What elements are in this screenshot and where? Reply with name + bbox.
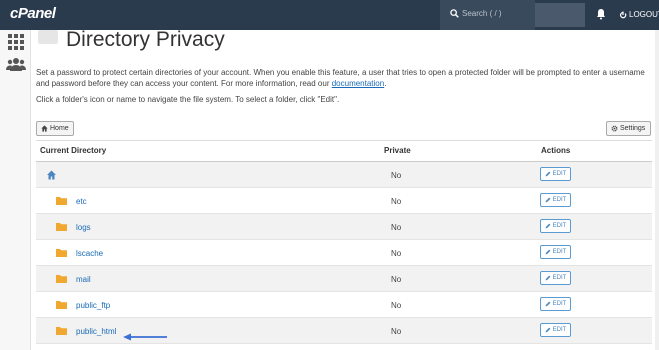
side-nav (0, 30, 31, 350)
column-private: Private (384, 146, 411, 155)
table-row: lscache No EDIT (36, 240, 652, 266)
directory-link[interactable]: public_html (76, 327, 116, 336)
table-row: No EDIT (36, 162, 652, 188)
directory-link[interactable]: etc (76, 197, 87, 206)
edit-label: EDIT (552, 223, 567, 229)
edit-button[interactable]: EDIT (540, 271, 571, 285)
home-icon (41, 125, 48, 132)
directory-link[interactable]: public_ftp (76, 301, 110, 310)
page-description: Set a password to protect certain direct… (36, 67, 656, 89)
directory-table: Current Directory Private Actions No EDI… (36, 140, 652, 344)
folder-icon[interactable] (56, 222, 67, 231)
edit-button[interactable]: EDIT (540, 219, 571, 233)
edit-button[interactable]: EDIT (540, 167, 571, 181)
settings-button[interactable]: Settings (606, 121, 651, 136)
gear-icon (611, 125, 618, 132)
folder-icon[interactable] (56, 196, 67, 205)
private-status: No (391, 197, 402, 206)
logout-button[interactable]: LOGOUT (619, 10, 659, 19)
search-box[interactable]: Search ( / ) (440, 0, 535, 30)
directory-link[interactable]: mail (76, 275, 91, 284)
directory-link[interactable]: logs (76, 223, 91, 232)
pencil-icon (545, 223, 551, 229)
edit-button[interactable]: EDIT (540, 297, 571, 311)
description-suffix: . (384, 79, 387, 88)
pencil-icon (545, 171, 551, 177)
edit-button[interactable]: EDIT (540, 323, 571, 337)
page-icon (38, 30, 58, 44)
pencil-icon (545, 275, 551, 281)
pencil-icon (545, 301, 551, 307)
folder-icon[interactable] (56, 326, 67, 335)
edit-label: EDIT (552, 249, 567, 255)
column-current-directory: Current Directory (40, 146, 107, 155)
logout-icon (619, 11, 627, 18)
private-status: No (391, 223, 402, 232)
edit-label: EDIT (552, 171, 567, 177)
table-row: public_ftp No EDIT (36, 292, 652, 318)
directory-link[interactable]: lscache (76, 249, 103, 258)
page-title: Directory Privacy (66, 28, 225, 51)
cpanel-logo[interactable]: cPanel (10, 5, 56, 22)
home-icon[interactable] (46, 170, 57, 180)
table-row: mail No EDIT (36, 266, 652, 292)
column-actions: Actions (541, 146, 571, 155)
edit-label: EDIT (552, 301, 567, 307)
edit-label: EDIT (552, 327, 567, 333)
documentation-link[interactable]: documentation (332, 79, 384, 88)
table-row: etc No EDIT (36, 188, 652, 214)
home-button[interactable]: Home (36, 121, 74, 136)
logout-label: LOGOUT (629, 10, 659, 19)
private-status: No (391, 171, 402, 180)
table-row: logs No EDIT (36, 214, 652, 240)
folder-icon[interactable] (56, 248, 67, 257)
pencil-icon (545, 197, 551, 203)
search-input[interactable]: Search ( / ) (462, 9, 502, 18)
private-status: No (391, 301, 402, 310)
table-header: Current Directory Private Actions (36, 140, 652, 162)
settings-button-label: Settings (620, 125, 646, 132)
user-menu[interactable] (535, 3, 585, 27)
edit-label: EDIT (552, 275, 567, 281)
home-button-label: Home (50, 125, 69, 132)
pencil-icon (545, 327, 551, 333)
edit-button[interactable]: EDIT (540, 245, 571, 259)
scrollbar[interactable] (655, 30, 659, 350)
private-status: No (391, 275, 402, 284)
private-status: No (391, 327, 402, 336)
top-bar: cPanel Search ( / ) LOGOUT (0, 0, 659, 30)
edit-button[interactable]: EDIT (540, 193, 571, 207)
folder-icon[interactable] (56, 274, 67, 283)
edit-label: EDIT (552, 197, 567, 203)
folder-icon[interactable] (56, 300, 67, 309)
arrow-icon (123, 333, 167, 341)
search-icon (450, 9, 459, 18)
navigation-hint: Click a folder's icon or name to navigat… (36, 95, 340, 104)
bell-icon[interactable] (595, 8, 607, 20)
users-icon[interactable] (6, 57, 26, 73)
pencil-icon (545, 249, 551, 255)
apps-grid-icon[interactable] (8, 34, 24, 50)
private-status: No (391, 249, 402, 258)
